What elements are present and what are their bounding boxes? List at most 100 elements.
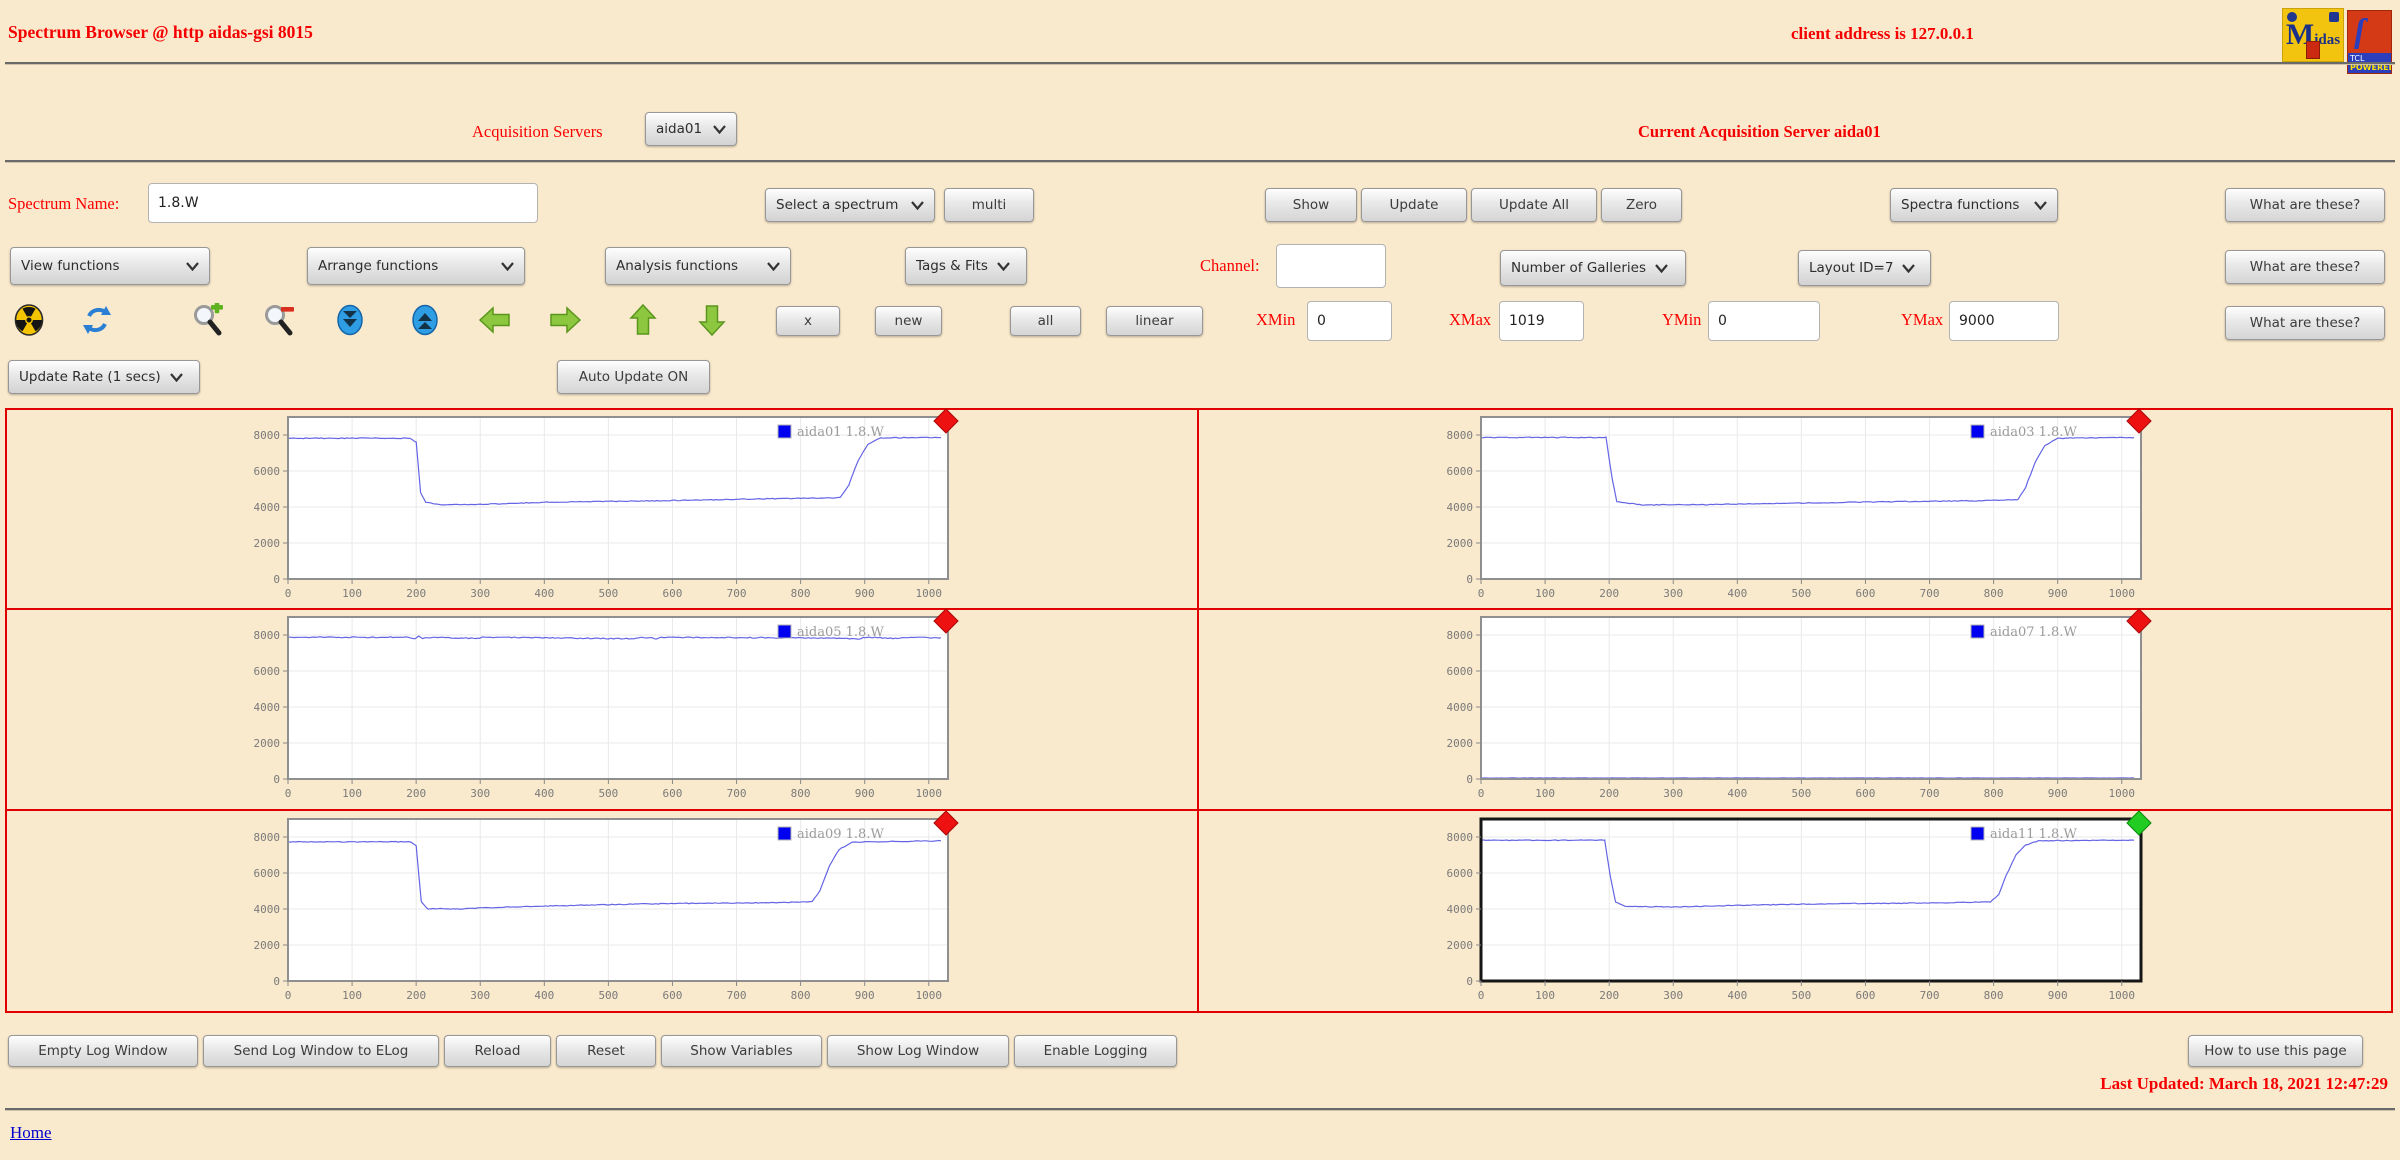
spectrum-plot-aida09[interactable]: 0 2000 4000 6000 8000 0 100 200 300 400 500 600 700 8… [246, 810, 959, 1007]
show-variables-button[interactable]: Show Variables [661, 1035, 822, 1067]
channel-input[interactable] [1276, 244, 1386, 288]
svg-text:400: 400 [1727, 989, 1747, 1002]
zoom-in-icon[interactable] [190, 301, 224, 337]
empty-log-window-button[interactable]: Empty Log Window [8, 1035, 198, 1067]
select-spectrum-dropdown[interactable]: Select a spectrum [765, 188, 935, 222]
x-button[interactable]: x [776, 306, 840, 336]
linear-button[interactable]: linear [1106, 306, 1203, 336]
svg-text:100: 100 [342, 989, 362, 1002]
reload-button[interactable]: Reload [444, 1035, 551, 1067]
update-rate-dropdown[interactable]: Update Rate (1 secs) [8, 360, 200, 394]
collapse-down-icon[interactable] [333, 303, 367, 337]
ymin-input[interactable] [1708, 301, 1820, 341]
layout-id-dropdown[interactable]: Layout ID=7 [1798, 250, 1931, 286]
svg-text:1000: 1000 [916, 787, 943, 800]
svg-text:600: 600 [663, 587, 683, 600]
analysis-functions-dropdown[interactable]: Analysis functions [605, 247, 791, 285]
svg-text:300: 300 [1663, 787, 1683, 800]
spectrum-plot-aida11[interactable]: 0 2000 4000 6000 8000 0 100 200 300 400 500 600 700 8… [1439, 810, 2152, 1007]
spectra-functions-dropdown[interactable]: Spectra functions [1890, 188, 2058, 222]
spectrum-plot-aida03[interactable]: 0 2000 4000 6000 8000 0 100 200 300 400 500 600 700 8… [1439, 408, 2152, 605]
reset-button[interactable]: Reset [556, 1035, 656, 1067]
how-to-use-this-page-button[interactable]: How to use this page [2188, 1035, 2363, 1067]
what-are-these-button-1[interactable]: What are these? [2225, 188, 2385, 222]
svg-text:4000: 4000 [254, 501, 281, 514]
arrow-up-icon[interactable] [626, 303, 660, 337]
svg-text:1000: 1000 [2109, 989, 2136, 1002]
svg-text:100: 100 [1535, 989, 1555, 1002]
svg-text:0: 0 [285, 587, 292, 600]
spectrum-plot-aida07[interactable]: 0 2000 4000 6000 8000 0 100 200 300 400 500 600 700 8… [1439, 608, 2152, 805]
svg-text:400: 400 [534, 587, 554, 600]
svg-text:2000: 2000 [254, 537, 281, 550]
gallery-cell: 0 2000 4000 6000 8000 0 100 200 300 400 500 600 700 8… [1199, 408, 2391, 611]
update-all-button[interactable]: Update All [1471, 188, 1597, 222]
acquisition-server-select[interactable]: aida01 [645, 112, 737, 146]
svg-text:4000: 4000 [254, 701, 281, 714]
gallery-cell: 0 2000 4000 6000 8000 0 100 200 300 400 500 600 700 8… [1199, 608, 2391, 811]
chevron-down-icon [1902, 263, 1916, 273]
arrow-down-icon[interactable] [695, 303, 729, 337]
svg-text:0: 0 [1478, 787, 1485, 800]
svg-text:aida03 1.8.W: aida03 1.8.W [1990, 425, 2077, 440]
collapse-up-icon[interactable] [408, 303, 442, 337]
svg-text:aida09 1.8.W: aida09 1.8.W [797, 827, 884, 842]
acquisition-server-value: aida01 [656, 121, 703, 137]
ymax-input[interactable] [1949, 301, 2059, 341]
svg-text:6000: 6000 [254, 867, 281, 880]
chevron-down-icon [997, 261, 1010, 271]
refresh-icon[interactable] [80, 303, 114, 337]
chevron-down-icon [911, 200, 924, 210]
what-are-these-button-3[interactable]: What are these? [2225, 306, 2385, 340]
enable-logging-button[interactable]: Enable Logging [1014, 1035, 1177, 1067]
svg-text:100: 100 [342, 587, 362, 600]
svg-text:800: 800 [791, 587, 811, 600]
tags-fits-dropdown[interactable]: Tags & Fits [905, 247, 1027, 285]
svg-text:200: 200 [406, 989, 426, 1002]
arrow-right-icon[interactable] [548, 303, 582, 337]
arrange-functions-dropdown[interactable]: Arrange functions [307, 247, 525, 285]
multi-button[interactable]: multi [944, 188, 1034, 222]
svg-text:400: 400 [534, 989, 554, 1002]
show-log-window-button[interactable]: Show Log Window [827, 1035, 1009, 1067]
view-functions-dropdown[interactable]: View functions [10, 247, 210, 285]
acquisition-servers-label: Acquisition Servers [472, 122, 603, 141]
xmin-input[interactable] [1307, 301, 1392, 341]
midas-logo-emblem-right [2329, 12, 2339, 22]
ymax-label: YMax [1901, 310, 1944, 329]
select-spectrum-label: Select a spectrum [776, 197, 899, 213]
chevron-down-icon [1655, 263, 1668, 273]
spectrum-name-label: Spectrum Name: [8, 194, 120, 213]
svg-text:100: 100 [1535, 787, 1555, 800]
gallery-cell: 0 2000 4000 6000 8000 0 100 200 300 400 500 600 700 8… [1199, 810, 2391, 1011]
show-button[interactable]: Show [1265, 188, 1357, 222]
xmax-input[interactable] [1499, 301, 1584, 341]
svg-text:800: 800 [1984, 587, 2004, 600]
auto-update-button[interactable]: Auto Update ON [557, 360, 710, 394]
what-are-these-button-2[interactable]: What are these? [2225, 250, 2385, 284]
new-button[interactable]: new [875, 306, 942, 336]
number-of-galleries-dropdown[interactable]: Number of Galleries [1500, 250, 1686, 286]
zero-button[interactable]: Zero [1601, 188, 1682, 222]
svg-text:4000: 4000 [1447, 501, 1474, 514]
svg-text:500: 500 [1791, 587, 1811, 600]
svg-text:2000: 2000 [1447, 737, 1474, 750]
all-button[interactable]: all [1010, 306, 1081, 336]
arrow-left-icon[interactable] [478, 303, 512, 337]
radiation-icon[interactable] [12, 303, 46, 337]
send-log-window-to-elog-button[interactable]: Send Log Window to ELog [203, 1035, 439, 1067]
zoom-out-icon[interactable] [261, 303, 295, 337]
home-link[interactable]: Home [10, 1123, 52, 1143]
spectrum-plot-aida05[interactable]: 0 2000 4000 6000 8000 0 100 200 300 400 500 600 700 8… [246, 608, 959, 805]
update-button[interactable]: Update [1361, 188, 1467, 222]
chevron-down-icon [501, 261, 514, 271]
channel-label: Channel: [1200, 256, 1260, 275]
spectrum-gallery: 0 2000 4000 6000 8000 0 100 200 300 400 500 600 700 8… [5, 408, 2393, 1013]
svg-text:4000: 4000 [1447, 701, 1474, 714]
spectrum-name-input[interactable] [148, 183, 538, 223]
svg-text:700: 700 [727, 587, 747, 600]
spectrum-plot-aida01[interactable]: 0 2000 4000 6000 8000 0 100 200 300 400 500 600 700 8… [246, 408, 959, 605]
svg-text:6000: 6000 [1447, 465, 1474, 478]
svg-text:6000: 6000 [254, 465, 281, 478]
divider [5, 160, 2395, 163]
